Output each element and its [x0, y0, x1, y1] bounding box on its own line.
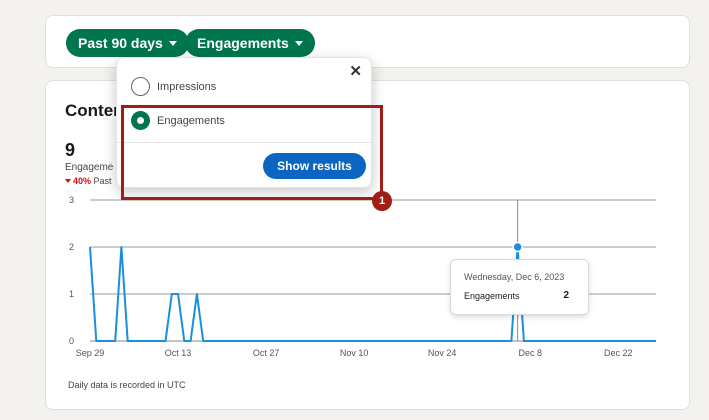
annotation-badge: 1 [372, 191, 392, 211]
show-results-button[interactable]: Show results [263, 153, 366, 179]
card-heading: Conter [65, 101, 120, 120]
total-value: 9 [65, 140, 76, 160]
radio-unchecked-icon[interactable] [131, 77, 150, 96]
metric-filter-button[interactable]: Engagements [185, 29, 315, 57]
option-impressions[interactable]: Impressions [131, 77, 216, 96]
x-tick-label: Oct 27 [253, 348, 280, 358]
x-tick-label: Dec 8 [518, 348, 542, 358]
change-indicator: 40% Past [65, 176, 112, 186]
x-tick-label: Nov 10 [340, 348, 369, 358]
metric-name: Engageme [65, 162, 114, 173]
chart-tooltip: Wednesday, Dec 6, 2023 Engagements 2 [450, 259, 589, 315]
close-icon[interactable]: ✕ [349, 64, 362, 79]
x-tick-label: Oct 13 [165, 348, 192, 358]
x-tick-label: Dec 22 [604, 348, 633, 358]
arrow-down-icon [65, 179, 71, 183]
utc-footnote: Daily data is recorded in UTC [68, 380, 186, 390]
option-label: Impressions [157, 80, 217, 93]
hover-point [512, 241, 523, 253]
y-tick-label: 2 [69, 242, 74, 252]
x-tick-label: Sep 29 [76, 348, 105, 358]
x-tick-label: Nov 24 [428, 348, 457, 358]
tooltip-date: Wednesday, Dec 6, 2023 [464, 272, 565, 282]
y-tick-label: 3 [69, 195, 74, 205]
date-range-filter-button[interactable]: Past 90 days [66, 29, 189, 57]
radio-checked-icon[interactable] [131, 111, 150, 130]
metric-filter-label: Engagements [197, 35, 289, 51]
tooltip-value: 2 [563, 290, 569, 301]
change-period: Past [93, 176, 112, 186]
option-label: Engagements [157, 114, 225, 127]
divider [117, 142, 371, 143]
caret-down-icon [168, 40, 177, 46]
tooltip-label: Engagements [464, 291, 520, 301]
y-tick-label: 1 [69, 289, 74, 299]
metric-dropdown: ✕ Impressions Engagements Show results [116, 57, 372, 188]
y-tick-label: 0 [69, 336, 74, 346]
caret-down-icon [294, 40, 303, 46]
change-percent: 40% [73, 176, 92, 186]
option-engagements[interactable]: Engagements [131, 111, 225, 130]
date-range-label: Past 90 days [78, 35, 163, 51]
